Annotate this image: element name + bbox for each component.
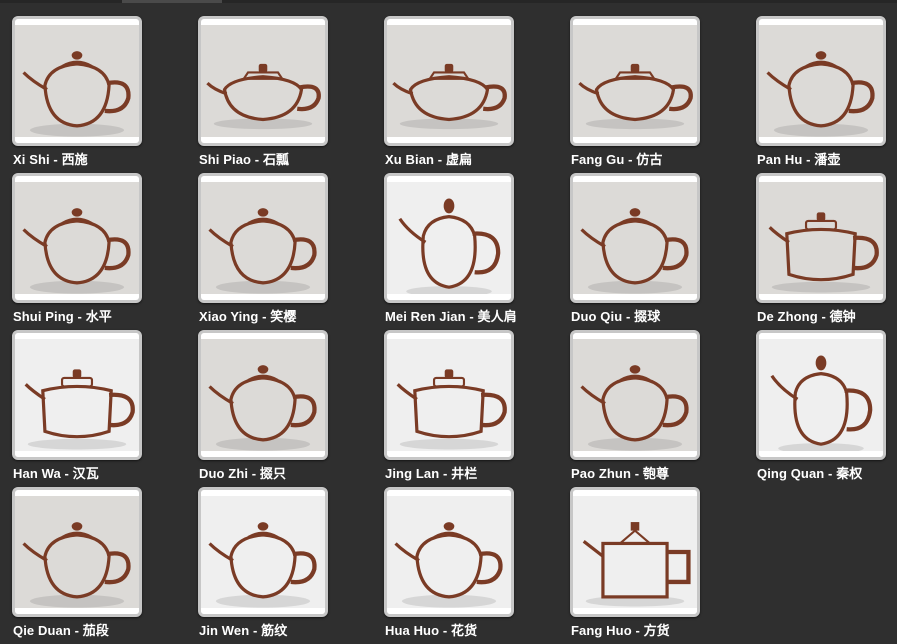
- thumb-frame-band: [201, 137, 325, 143]
- thumb-frame-band: [15, 137, 139, 143]
- teapot-caption[interactable]: Pan Hu - 潘壶: [757, 149, 840, 168]
- thumb-frame-band: [759, 451, 883, 457]
- teapot-caption[interactable]: Pao Zhun - 匏尊: [571, 463, 669, 482]
- teapot-caption[interactable]: Xiao Ying - 笑樱: [199, 306, 296, 325]
- gallery-item[interactable]: Jin Wen - 筋纹: [198, 487, 384, 644]
- gallery-item[interactable]: Qie Duan - 茄段: [12, 487, 198, 644]
- teapot-thumbnail[interactable]: [756, 173, 886, 303]
- thumb-frame-band: [387, 608, 511, 614]
- teapot-thumbnail[interactable]: [198, 330, 328, 460]
- teapot-caption[interactable]: Hua Huo - 花货: [385, 620, 477, 639]
- gallery-item[interactable]: Pan Hu - 潘壶: [756, 16, 897, 173]
- teapot-thumbnail[interactable]: [12, 487, 142, 617]
- teapot-thumbnail[interactable]: [384, 173, 514, 303]
- teapot-caption[interactable]: Fang Huo - 方货: [571, 620, 670, 639]
- thumb-frame-band: [201, 451, 325, 457]
- thumb-frame-band: [15, 451, 139, 457]
- gallery-item[interactable]: Duo Qiu - 掇球: [570, 173, 756, 330]
- gallery-item[interactable]: Xu Bian - 虚扁: [384, 16, 570, 173]
- teapot-caption[interactable]: Duo Qiu - 掇球: [571, 306, 660, 325]
- gallery-item[interactable]: De Zhong - 德钟: [756, 173, 897, 330]
- teapot-caption[interactable]: Shui Ping - 水平: [13, 306, 112, 325]
- thumb-frame-band: [759, 294, 883, 300]
- gallery-item[interactable]: Shui Ping - 水平: [12, 173, 198, 330]
- thumb-frame-band: [573, 137, 697, 143]
- teapot-thumbnail[interactable]: [198, 487, 328, 617]
- teapot-thumbnail[interactable]: [384, 487, 514, 617]
- thumb-frame-band: [387, 451, 511, 457]
- teapot-caption[interactable]: Mei Ren Jian - 美人肩: [385, 306, 517, 325]
- teapot-thumbnail[interactable]: [12, 173, 142, 303]
- teapot-thumbnail[interactable]: [12, 330, 142, 460]
- teapot-thumbnail[interactable]: [384, 16, 514, 146]
- teapot-caption[interactable]: De Zhong - 德钟: [757, 306, 856, 325]
- thumb-frame-band: [201, 608, 325, 614]
- thumb-frame-band: [573, 451, 697, 457]
- thumb-frame-band: [573, 608, 697, 614]
- teapot-caption[interactable]: Jing Lan - 井栏: [385, 463, 477, 482]
- gallery-item[interactable]: Xiao Ying - 笑樱: [198, 173, 384, 330]
- teapot-caption[interactable]: Qie Duan - 茄段: [13, 620, 109, 639]
- top-bar-tab: [122, 0, 222, 3]
- teapot-gallery: Xi Shi - 西施 Shi Piao - 石瓢 Xu Bian - 虚扁 F…: [12, 16, 897, 644]
- thumb-frame-band: [573, 294, 697, 300]
- gallery-item[interactable]: Jing Lan - 井栏: [384, 330, 570, 487]
- teapot-caption[interactable]: Duo Zhi - 掇只: [199, 463, 286, 482]
- teapot-thumbnail[interactable]: [570, 173, 700, 303]
- gallery-item[interactable]: Pao Zhun - 匏尊: [570, 330, 756, 487]
- teapot-caption[interactable]: Xu Bian - 虚扁: [385, 149, 472, 168]
- teapot-thumbnail[interactable]: [570, 487, 700, 617]
- thumb-frame-band: [759, 137, 883, 143]
- teapot-thumbnail[interactable]: [198, 16, 328, 146]
- teapot-caption[interactable]: Xi Shi - 西施: [13, 149, 88, 168]
- gallery-item[interactable]: Shi Piao - 石瓢: [198, 16, 384, 173]
- thumb-frame-band: [201, 294, 325, 300]
- teapot-caption[interactable]: Han Wa - 汉瓦: [13, 463, 99, 482]
- gallery-item[interactable]: Han Wa - 汉瓦: [12, 330, 198, 487]
- teapot-thumbnail[interactable]: [12, 16, 142, 146]
- teapot-thumbnail[interactable]: [384, 330, 514, 460]
- teapot-thumbnail[interactable]: [570, 330, 700, 460]
- gallery-item[interactable]: Fang Huo - 方货: [570, 487, 756, 644]
- thumb-frame-band: [387, 137, 511, 143]
- teapot-caption[interactable]: Qing Quan - 秦权: [757, 463, 862, 482]
- teapot-thumbnail[interactable]: [756, 330, 886, 460]
- gallery-item[interactable]: Fang Gu - 仿古: [570, 16, 756, 173]
- gallery-item[interactable]: Xi Shi - 西施: [12, 16, 198, 173]
- thumb-frame-band: [15, 608, 139, 614]
- teapot-caption[interactable]: Jin Wen - 筋纹: [199, 620, 287, 639]
- teapot-thumbnail[interactable]: [570, 16, 700, 146]
- gallery-item[interactable]: Duo Zhi - 掇只: [198, 330, 384, 487]
- gallery-item[interactable]: Qing Quan - 秦权: [756, 330, 897, 487]
- teapot-caption[interactable]: Shi Piao - 石瓢: [199, 149, 289, 168]
- teapot-thumbnail[interactable]: [198, 173, 328, 303]
- thumb-frame-band: [15, 294, 139, 300]
- gallery-item[interactable]: Hua Huo - 花货: [384, 487, 570, 644]
- teapot-thumbnail[interactable]: [756, 16, 886, 146]
- teapot-caption[interactable]: Fang Gu - 仿古: [571, 149, 662, 168]
- gallery-item[interactable]: Mei Ren Jian - 美人肩: [384, 173, 570, 330]
- thumb-frame-band: [387, 294, 511, 300]
